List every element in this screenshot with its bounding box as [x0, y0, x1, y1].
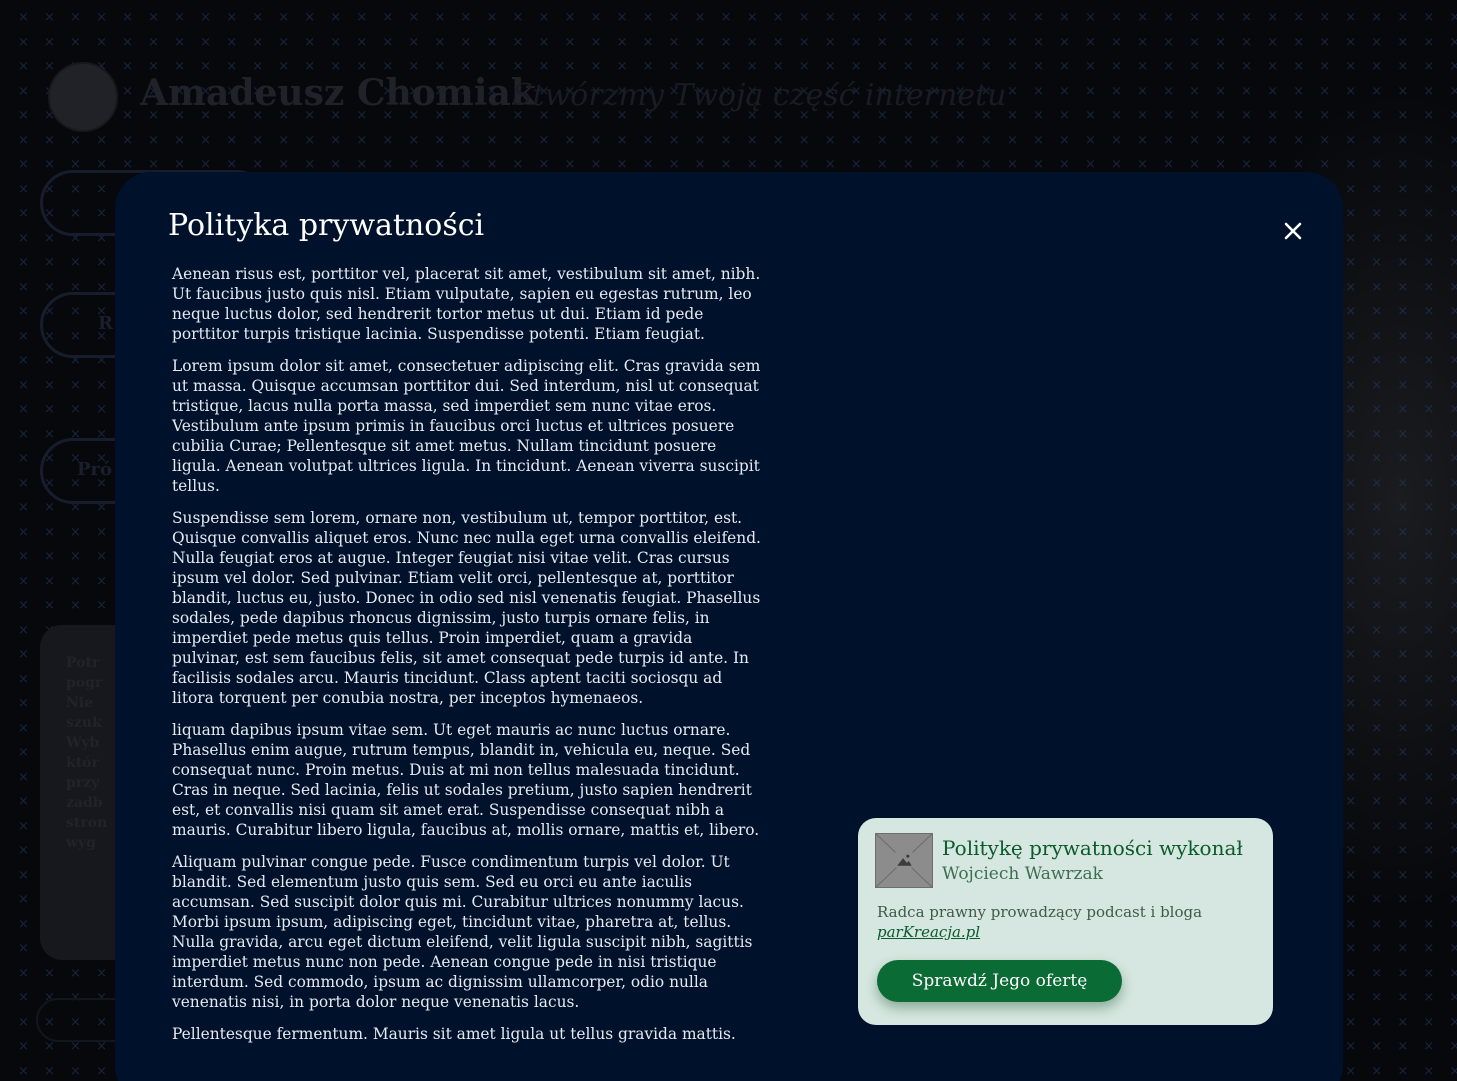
policy-text: Aenean risus est, porttitor vel, placera… — [172, 264, 762, 1056]
modal-title: Polityka prywatności — [168, 208, 485, 243]
privacy-policy-modal: Polityka prywatności Aenean risus est, p… — [115, 172, 1343, 1081]
policy-paragraph: Aenean risus est, porttitor vel, placera… — [172, 265, 761, 343]
policy-paragraph: Aliquam pulvinar congue pede. Fusce cond… — [172, 853, 753, 1011]
credit-description-text: Radca prawny prowadzący podcast i bloga — [877, 903, 1203, 921]
policy-paragraph: Lorem ipsum dolor sit amet, consectetuer… — [172, 357, 761, 495]
author-credit-card: Politykę prywatności wykonał Wojciech Wa… — [858, 818, 1273, 1025]
parkreacja-link[interactable]: parKreacja.pl — [877, 923, 980, 941]
image-placeholder-icon — [875, 833, 933, 888]
close-button[interactable] — [1278, 216, 1308, 246]
policy-paragraph: liquam dapibus ipsum vitae sem. Ut eget … — [172, 721, 760, 839]
credit-title: Politykę prywatności wykonał — [942, 836, 1243, 860]
credit-description: Radca prawny prowadzący podcast i bloga … — [877, 902, 1207, 942]
check-offer-button[interactable]: Sprawdź Jego ofertę — [877, 960, 1122, 1002]
credit-author-name: Wojciech Wawrzak — [942, 864, 1103, 884]
close-icon — [1284, 222, 1302, 240]
policy-paragraph: Suspendisse sem lorem, ornare non, vesti… — [172, 509, 761, 707]
policy-paragraph: Pellentesque fermentum. Mauris sit amet … — [172, 1025, 736, 1043]
